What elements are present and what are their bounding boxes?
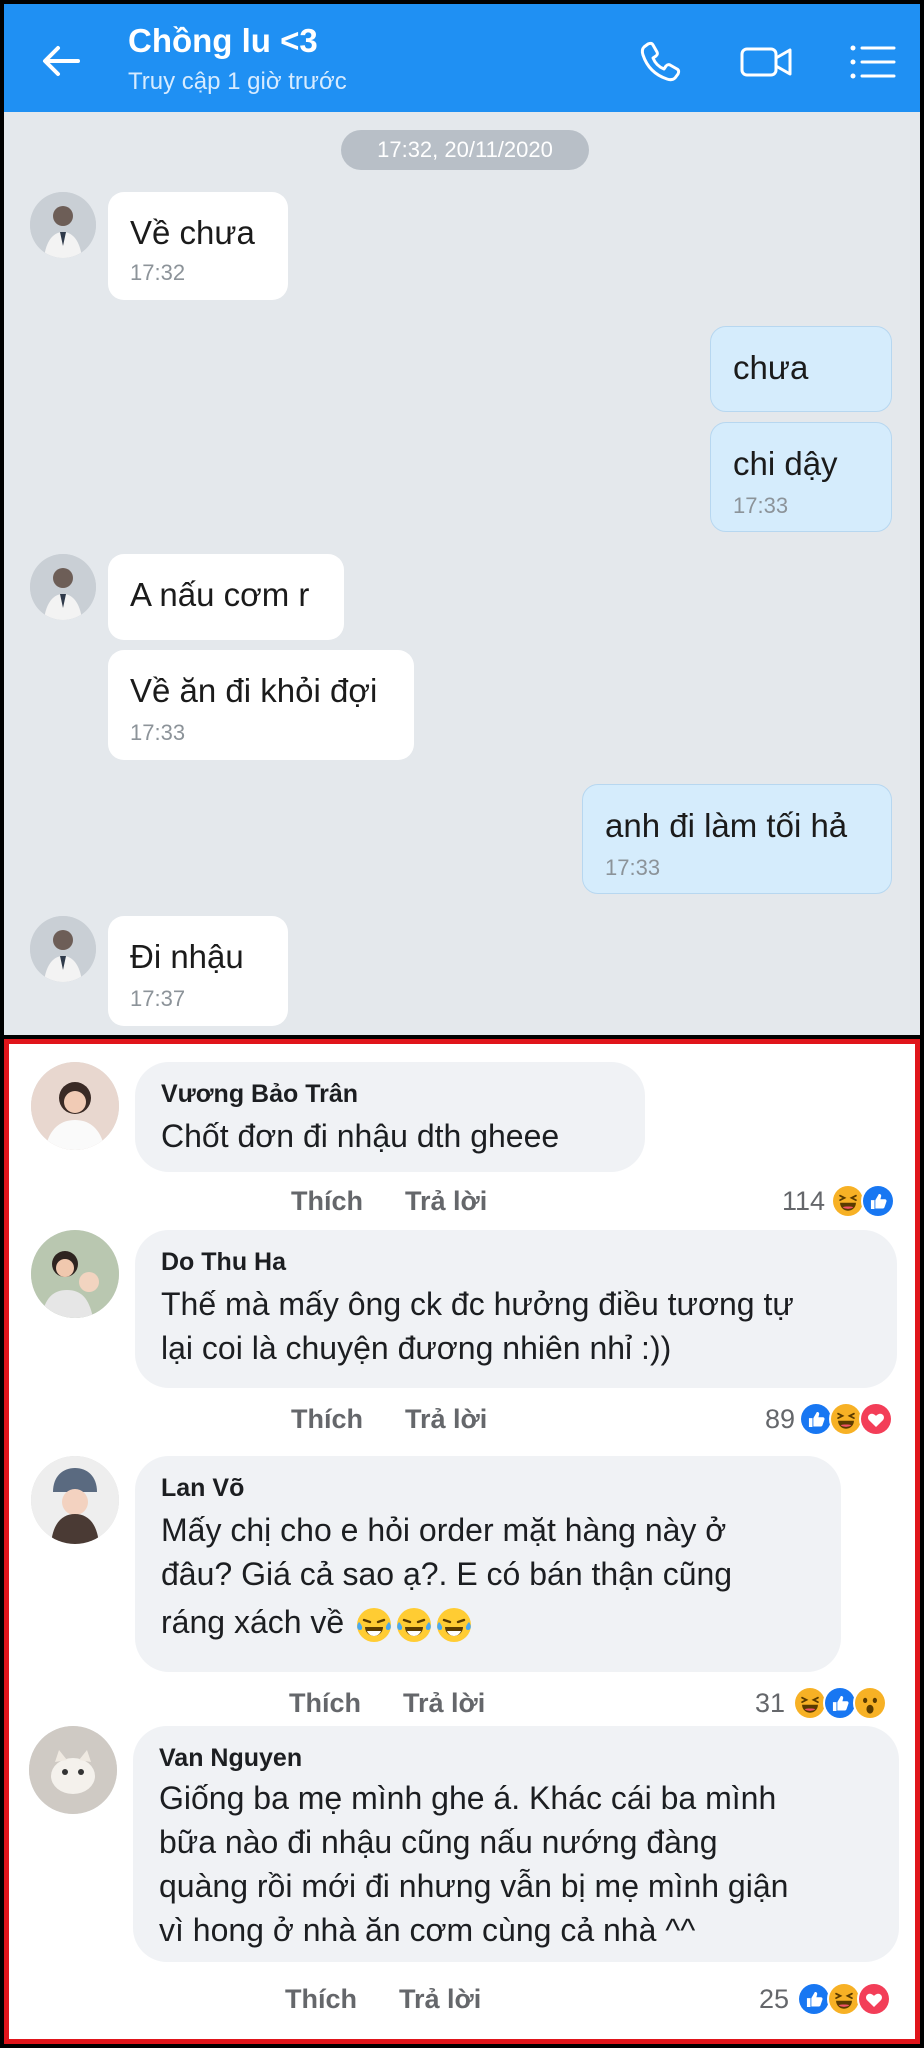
reply-button[interactable]: Trả lời <box>403 1688 485 1719</box>
laugh-tears-emoji <box>395 1606 433 1644</box>
contact-avatar[interactable] <box>30 192 96 258</box>
reaction-count: 25 <box>758 1984 789 2014</box>
outgoing-message-bubble[interactable]: anh đi làm tối hả 17:33 <box>582 784 892 894</box>
like-button[interactable]: Thích <box>285 1984 357 2015</box>
haha-icon <box>831 1184 865 1218</box>
message-text: chi dậy <box>733 445 838 482</box>
reply-button[interactable]: Trả lời <box>399 1984 481 2015</box>
laugh-tears-emoji <box>435 1606 473 1644</box>
date-separator: 17:32, 20/11/2020 <box>341 130 589 170</box>
menu-list-icon[interactable] <box>844 34 900 90</box>
comment-text-line: lại coi là chuyện đương nhiên nhỉ :)) <box>161 1330 672 1366</box>
commenter-avatar[interactable] <box>31 1230 119 1318</box>
like-button[interactable]: Thích <box>291 1404 363 1435</box>
commenter-name[interactable]: Vương Bảo Trân <box>161 1080 358 1109</box>
reaction-count: 31 <box>754 1688 785 1718</box>
commenter-avatar[interactable] <box>31 1062 119 1150</box>
message-time: 17:33 <box>130 720 186 745</box>
like-button[interactable]: Thích <box>289 1688 361 1719</box>
commenter-avatar[interactable] <box>31 1456 119 1544</box>
contact-avatar[interactable] <box>30 554 96 620</box>
comment-bubble[interactable]: Do Thu Ha Thế mà mấy ông ck đc hưởng điề… <box>135 1230 897 1388</box>
back-arrow-icon[interactable] <box>34 34 88 88</box>
like-icon <box>799 1402 833 1436</box>
video-call-icon[interactable] <box>738 34 794 90</box>
reply-button[interactable]: Trả lời <box>405 1404 487 1435</box>
comment-bubble[interactable]: Vương Bảo Trân Chốt đơn đi nhậu dth ghee… <box>135 1062 645 1172</box>
message-text: anh đi làm tối hả <box>605 807 848 844</box>
phone-call-icon[interactable] <box>632 34 688 90</box>
incoming-message-bubble[interactable]: Về ăn đi khỏi đợi 17:33 <box>108 650 414 760</box>
comments-section: Vương Bảo Trân Chốt đơn đi nhậu dth ghee… <box>4 1039 920 2044</box>
love-icon <box>857 1982 891 2016</box>
comment-bubble[interactable]: Lan Võ Mấy chị cho e hỏi order mặt hàng … <box>135 1456 841 1672</box>
commenter-name[interactable]: Do Thu Ha <box>161 1248 286 1277</box>
message-time: 17:32 <box>130 260 186 285</box>
chat-screen: Chồng lu <3 Truy cập 1 giờ trước 17:32, … <box>4 4 920 1035</box>
comment-text: Chốt đơn đi nhậu dth gheee <box>161 1118 560 1154</box>
incoming-message-bubble[interactable]: Về chưa 17:32 <box>108 192 288 300</box>
comment-text-line-with-emoji: ráng xách về <box>161 1604 473 1644</box>
like-icon <box>797 1982 831 2016</box>
screenshot-frame: Chồng lu <3 Truy cập 1 giờ trước 17:32, … <box>0 0 924 2048</box>
chat-header: Chồng lu <3 Truy cập 1 giờ trước <box>4 4 920 112</box>
commenter-avatar[interactable] <box>29 1726 117 1814</box>
haha-icon <box>793 1686 827 1720</box>
comment-text-line: Mấy chị cho e hỏi order mặt hàng này ở <box>161 1512 727 1548</box>
haha-icon <box>827 1982 861 2016</box>
comment-text-line: Thế mà mấy ông ck đc hưởng điều tương tự <box>161 1286 794 1322</box>
message-text: Về chưa <box>130 214 255 251</box>
haha-icon <box>829 1402 863 1436</box>
comment-bubble[interactable]: Van Nguyen Giống ba mẹ mình ghe á. Khác … <box>133 1726 899 1962</box>
incoming-message-bubble[interactable]: A nấu cơm r <box>108 554 344 640</box>
contact-name[interactable]: Chồng lu <3 <box>128 22 318 60</box>
last-seen-status: Truy cập 1 giờ trước <box>128 68 347 95</box>
message-text: A nấu cơm r <box>130 576 310 613</box>
like-button[interactable]: Thích <box>291 1186 363 1217</box>
commenter-name[interactable]: Lan Võ <box>161 1474 244 1503</box>
message-text: chưa <box>733 349 809 386</box>
laugh-tears-emoji <box>355 1606 393 1644</box>
incoming-message-bubble[interactable]: Đi nhậu 17:37 <box>108 916 288 1026</box>
like-icon <box>823 1686 857 1720</box>
contact-avatar[interactable] <box>30 916 96 982</box>
comment-text-line: ráng xách về <box>161 1604 345 1640</box>
message-time: 17:33 <box>605 855 661 880</box>
comment-text-line: Giống ba mẹ mình ghe á. Khác cái ba mình <box>159 1780 777 1816</box>
reply-button[interactable]: Trả lời <box>405 1186 487 1217</box>
outgoing-message-bubble[interactable]: chi dậy 17:33 <box>710 422 892 532</box>
comment-text-line: bữa nào đi nhậu cũng nấu nướng đàng <box>159 1824 718 1860</box>
reaction-count: 114 <box>781 1186 825 1216</box>
comment-text-line: quàng rồi mới đi nhưng vẫn bị mẹ mình gi… <box>159 1868 789 1904</box>
outgoing-message-bubble[interactable]: chưa <box>710 326 892 412</box>
comment-text-line: đâu? Giá cả sao ạ?. E có bán thận cũng <box>161 1556 733 1592</box>
love-icon <box>859 1402 893 1436</box>
message-time: 17:33 <box>733 493 789 518</box>
wow-icon <box>853 1686 887 1720</box>
reaction-count: 89 <box>764 1404 795 1434</box>
message-time: 17:37 <box>130 986 186 1011</box>
like-icon <box>861 1184 895 1218</box>
message-text: Về ăn đi khỏi đợi <box>130 672 378 709</box>
commenter-name[interactable]: Van Nguyen <box>159 1744 302 1773</box>
message-text: Đi nhậu <box>130 938 244 975</box>
comment-text-line: vì hong ở nhà ăn cơm cùng cả nhà ^^ <box>159 1912 696 1948</box>
